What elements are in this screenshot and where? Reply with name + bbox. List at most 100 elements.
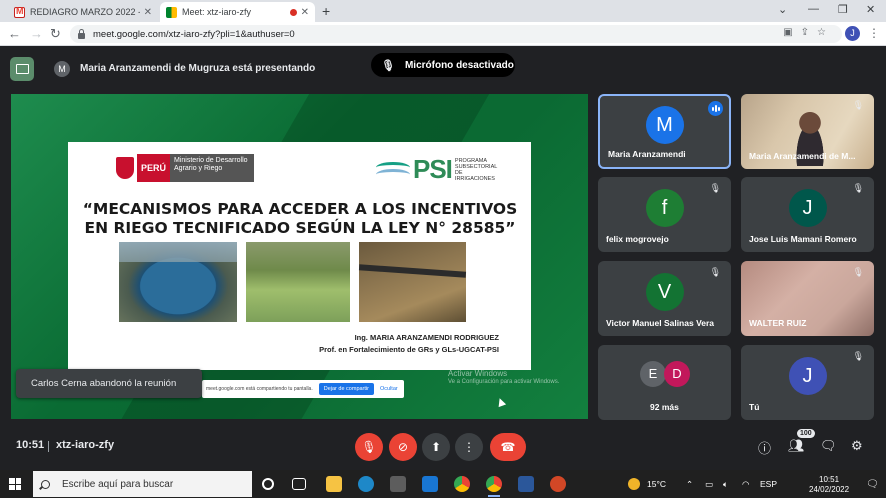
- psi-brand: PSI: [413, 154, 453, 184]
- participant-tile-victor[interactable]: V 🎙︎ Victor Manuel Salinas Vera: [598, 261, 731, 336]
- present-screen-icon: ⬆: [430, 440, 442, 454]
- restore-button[interactable]: ❐: [838, 3, 848, 16]
- share-icon[interactable]: ⇪: [801, 27, 817, 38]
- forward-button[interactable]: →: [30, 26, 43, 41]
- chat-icon[interactable]: 🗨︎: [820, 438, 837, 454]
- tab-meet[interactable]: Meet: xtz-iaro-zfy ✕: [160, 2, 315, 22]
- browser-menu-icon[interactable]: ⋮: [868, 26, 880, 40]
- tab-search-icon[interactable]: ⌄: [778, 3, 787, 16]
- leave-call-button[interactable]: ☎: [490, 433, 526, 461]
- participant-avatar: f: [645, 188, 684, 227]
- edge-icon[interactable]: [358, 476, 374, 492]
- weather-temperature: 15°C: [647, 479, 666, 489]
- volume-icon[interactable]: 🔈︎: [723, 479, 728, 490]
- cortana-icon[interactable]: [262, 478, 274, 490]
- tab-rediagro[interactable]: REDIAGRO MARZO 2022 - jallas ✕: [8, 2, 158, 22]
- notifications-icon[interactable]: 🗨︎: [866, 479, 879, 490]
- address-bar[interactable]: meet.google.com/xtz-iaro-zfy?pli=1&authu…: [70, 25, 842, 43]
- lock-icon: [78, 28, 85, 39]
- slide-title-line2: EN RIEGO TECNIFICADO SEGÚN LA LEY N° 285…: [84, 219, 516, 237]
- mic-off-icon: 🎙︎: [709, 183, 721, 193]
- minimize-button[interactable]: —: [808, 3, 819, 15]
- participant-tile-maria-camera[interactable]: 🎙︎ Maria Aranzamendi de M...: [741, 94, 874, 169]
- participant-tile-jose[interactable]: J 🎙︎ Jose Luis Mamani Romero: [741, 177, 874, 252]
- presentation-icon[interactable]: [10, 57, 34, 81]
- slide-credit: Ing. MARIA ARANZAMENDI RODRIGUEZ Prof. e…: [319, 332, 499, 356]
- store-icon[interactable]: [390, 476, 406, 492]
- slide-title-line1: “MECANISMOS PARA ACCEDER A LOS INCENTIVO…: [82, 200, 518, 218]
- meet-top-bar: M Maria Aranzamendi de Mugruza está pres…: [0, 47, 886, 91]
- activities-icon[interactable]: ⚙︎: [851, 438, 863, 454]
- more-options-button[interactable]: ⋮: [455, 433, 483, 461]
- present-button[interactable]: ⬆: [422, 433, 450, 461]
- mic-off-icon: 🎙︎: [709, 267, 721, 277]
- gmail-icon: [14, 6, 25, 18]
- participant-avatar: E: [640, 361, 666, 387]
- tray-chevron-icon[interactable]: ⌃: [686, 479, 693, 490]
- close-icon[interactable]: ✕: [144, 7, 152, 18]
- slide: PERÚ Ministerio de Desarrollo Agrario y …: [68, 142, 531, 370]
- divider: [48, 441, 49, 452]
- new-tab-button[interactable]: +: [322, 3, 330, 19]
- windows-start-icon[interactable]: [9, 478, 21, 490]
- mail-icon[interactable]: [422, 476, 438, 492]
- psi-wave-icon: [376, 160, 410, 180]
- mic-off-icon: 🎙︎: [852, 351, 864, 361]
- reservoir-photo: [119, 242, 237, 322]
- participant-tile-walter[interactable]: 🎙︎ WALTER RUIZ: [741, 261, 874, 336]
- network-icon[interactable]: ▭: [705, 479, 713, 490]
- camera-toggle-button[interactable]: ⊘: [389, 433, 417, 461]
- task-view-icon[interactable]: [292, 478, 306, 490]
- close-window-button[interactable]: ✕: [866, 3, 875, 16]
- camera-off-icon: ⊘: [397, 440, 409, 454]
- participant-tile-self[interactable]: J 🎙︎ Tú: [741, 345, 874, 420]
- participant-tile-more[interactable]: E D 92 más: [598, 345, 731, 420]
- mic-off-icon: 🎙︎: [852, 183, 864, 193]
- tab-title: REDIAGRO MARZO 2022 - jallas: [30, 7, 140, 17]
- participant-name: felix mogrovejo: [606, 234, 669, 244]
- presenting-status: Maria Aranzamendi de Mugruza está presen…: [80, 63, 316, 74]
- participant-avatar: J: [788, 188, 827, 227]
- irrigation-pipe-photo: [359, 242, 466, 322]
- chrome-icon[interactable]: [454, 476, 470, 492]
- speaking-indicator-icon: [708, 101, 723, 116]
- reload-button[interactable]: ↻: [50, 26, 61, 42]
- peru-shield-icon: [116, 157, 134, 179]
- back-button[interactable]: ←: [8, 26, 21, 41]
- slide-title: “MECANISMOS PARA ACCEDER A LOS INCENTIVO…: [82, 200, 518, 238]
- search-icon: [41, 479, 50, 489]
- mic-toggle-button[interactable]: 🎙︎: [355, 433, 383, 461]
- taskbar-search-box[interactable]: Escribe aquí para buscar: [33, 471, 252, 497]
- browser-tab-strip: REDIAGRO MARZO 2022 - jallas ✕ Meet: xtz…: [0, 0, 886, 22]
- participant-tile-maria[interactable]: M Maria Aranzamendi: [598, 94, 731, 169]
- chrome-active-icon[interactable]: [486, 476, 502, 497]
- activate-windows-subtitle: Ve a Configuración para activar Windows.: [448, 379, 560, 385]
- search-placeholder: Escribe aquí para buscar: [62, 478, 174, 490]
- powerpoint-icon[interactable]: [550, 476, 566, 492]
- notification-toast: Carlos Cerna abandonó la reunión: [16, 369, 202, 398]
- participant-avatar: J: [788, 356, 827, 395]
- taskbar-date: 24/02/2022: [809, 485, 850, 494]
- profile-avatar[interactable]: J: [845, 26, 860, 41]
- camera-icon[interactable]: ▣: [783, 27, 800, 38]
- meeting-info-icon[interactable]: ⓘ: [758, 438, 771, 457]
- taskbar-clock[interactable]: 10:51 24/02/2022: [809, 475, 849, 495]
- hide-share-bar-button[interactable]: Ocultar: [380, 386, 398, 392]
- participant-tile-felix[interactable]: f 🎙︎ felix mogrovejo: [598, 177, 731, 252]
- star-icon[interactable]: ☆: [817, 27, 834, 38]
- stop-sharing-button[interactable]: Dejar de compartir: [318, 383, 374, 395]
- keyboard-language[interactable]: ESP: [760, 479, 777, 489]
- more-participants-label: 92 más: [650, 402, 679, 412]
- screen-share-bar: meet.google.com está compartiendo tu pan…: [202, 380, 404, 398]
- slide-author: Ing. MARIA ARANZAMENDI RODRIGUEZ: [354, 333, 499, 342]
- slide-author-role: Prof. en Fortalecimiento de GRs y GLs-UG…: [319, 345, 499, 354]
- meeting-code: xtz-iaro-zfy: [56, 439, 115, 451]
- participant-count-badge: 100: [797, 429, 815, 438]
- close-icon[interactable]: ✕: [301, 7, 309, 18]
- hang-up-icon: ☎: [500, 440, 516, 454]
- people-icon[interactable]: 👥︎: [788, 438, 805, 454]
- file-explorer-icon[interactable]: [326, 476, 342, 492]
- wifi-icon[interactable]: ◠: [742, 479, 749, 490]
- word-icon[interactable]: [518, 476, 534, 492]
- weather-icon: [628, 478, 640, 490]
